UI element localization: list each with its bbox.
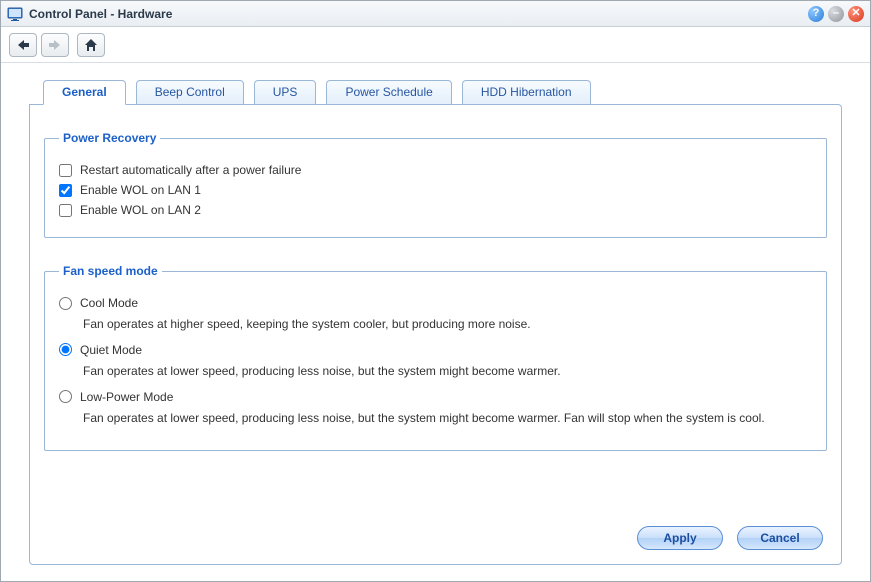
radio-quiet-mode[interactable]	[59, 343, 72, 356]
tab-beep-control[interactable]: Beep Control	[136, 80, 244, 105]
label-wol-lan2[interactable]: Enable WOL on LAN 2	[80, 203, 201, 217]
back-button[interactable]	[9, 33, 37, 57]
option-quiet-mode: Quiet Mode	[59, 343, 812, 357]
minimize-button[interactable]: –	[828, 6, 844, 22]
option-wol-lan2: Enable WOL on LAN 2	[59, 203, 812, 217]
desc-quiet-mode: Fan operates at lower speed, producing l…	[83, 363, 812, 380]
help-button[interactable]: ?	[808, 6, 824, 22]
label-wol-lan1[interactable]: Enable WOL on LAN 1	[80, 183, 201, 197]
option-wol-lan1: Enable WOL on LAN 1	[59, 183, 812, 197]
group-power-recovery: Power Recovery Restart automatically aft…	[44, 131, 827, 238]
home-button[interactable]	[77, 33, 105, 57]
checkbox-wol-lan1[interactable]	[59, 184, 72, 197]
legend-power-recovery: Power Recovery	[59, 131, 160, 145]
label-restart-auto[interactable]: Restart automatically after a power fail…	[80, 163, 301, 177]
checkbox-wol-lan2[interactable]	[59, 204, 72, 217]
label-low-power-mode[interactable]: Low-Power Mode	[80, 390, 173, 404]
content-area: General Beep Control UPS Power Schedule …	[1, 63, 870, 581]
radio-cool-mode[interactable]	[59, 297, 72, 310]
group-fan-speed: Fan speed mode Cool Mode Fan operates at…	[44, 264, 827, 451]
apply-button[interactable]: Apply	[637, 526, 723, 550]
option-restart-auto: Restart automatically after a power fail…	[59, 163, 812, 177]
window-title: Control Panel - Hardware	[29, 7, 808, 21]
option-cool-mode: Cool Mode	[59, 296, 812, 310]
label-cool-mode[interactable]: Cool Mode	[80, 296, 138, 310]
close-button[interactable]: ✕	[848, 6, 864, 22]
radio-low-power-mode[interactable]	[59, 390, 72, 403]
titlebar: Control Panel - Hardware ? – ✕	[1, 1, 870, 27]
tab-power-schedule[interactable]: Power Schedule	[326, 80, 451, 105]
tab-ups[interactable]: UPS	[254, 80, 317, 105]
nav-buttons	[9, 33, 69, 57]
checkbox-restart-auto[interactable]	[59, 164, 72, 177]
tab-general[interactable]: General	[43, 80, 126, 105]
label-quiet-mode[interactable]: Quiet Mode	[80, 343, 142, 357]
cancel-button[interactable]: Cancel	[737, 526, 823, 550]
window-controls: ? – ✕	[808, 6, 864, 22]
option-low-power-mode: Low-Power Mode	[59, 390, 812, 404]
tabstrip: General Beep Control UPS Power Schedule …	[43, 79, 842, 104]
legend-fan-speed: Fan speed mode	[59, 264, 162, 278]
tabpanel-general: Power Recovery Restart automatically aft…	[29, 104, 842, 565]
tab-hdd-hibernation[interactable]: HDD Hibernation	[462, 80, 591, 105]
forward-button[interactable]	[41, 33, 69, 57]
desc-cool-mode: Fan operates at higher speed, keeping th…	[83, 316, 812, 333]
dialog-buttons: Apply Cancel	[44, 520, 827, 552]
desc-low-power-mode: Fan operates at lower speed, producing l…	[83, 410, 812, 427]
app-icon	[7, 6, 23, 22]
window: Control Panel - Hardware ? – ✕ General B…	[0, 0, 871, 582]
toolbar	[1, 27, 870, 63]
